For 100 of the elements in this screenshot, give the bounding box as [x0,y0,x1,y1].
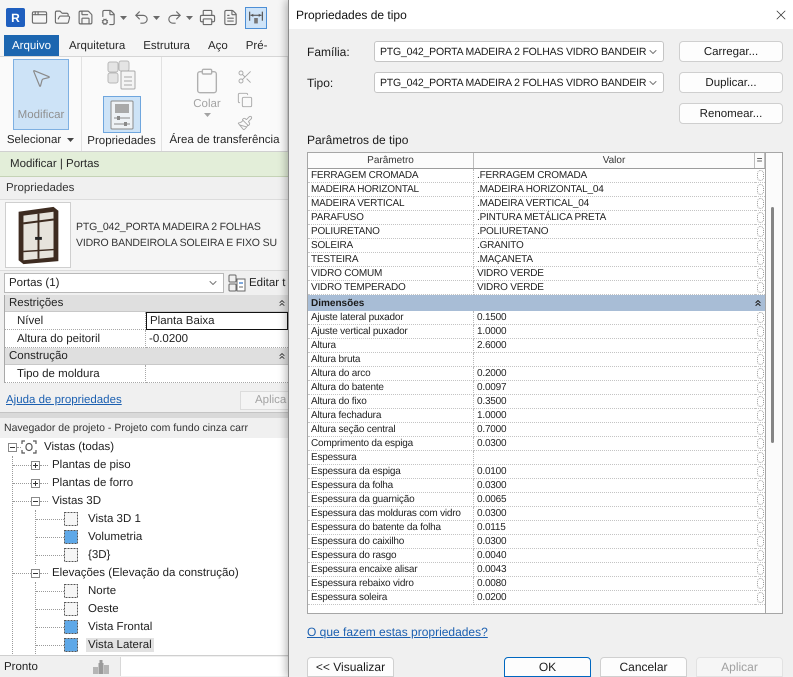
tree-item[interactable]: Vista Lateral [86,638,154,652]
side-button[interactable]: Carregar... [679,41,783,62]
parameter-value: 0.0065 [474,493,755,507]
ribbon-tab[interactable]: Pré- [238,35,276,56]
parameter-name: FERRAGEM CROMADA [308,169,474,183]
caret-icon[interactable] [120,16,127,20]
status-field[interactable] [120,657,288,676]
parameter-value: 0.0300 [474,479,755,493]
document-icon[interactable] [222,9,239,26]
column-header: = [755,153,765,168]
parameter-value: 0.0300 [474,437,755,451]
parameter-name: PARAFUSO [308,211,474,225]
dialog-button[interactable]: << Visualizar [307,657,394,677]
type-dropdown[interactable]: PTG_042_PORTA MADEIRA 2 FOLHAS VIDRO BANDEIR [374,72,664,93]
group-header[interactable]: Dimensões [308,295,765,311]
ribbon-tab[interactable]: Estrutura [135,35,198,56]
parameter-value: 0.3500 [474,395,755,409]
parameter-value: VIDRO VERDE [474,267,755,281]
parameter-name: MADEIRA HORIZONTAL [308,183,474,197]
dialog-title: Propriedades de tipo [296,8,407,22]
tree-item[interactable]: Elevações (Elevação da construção) [50,566,241,580]
tree-item[interactable]: Vistas (todas) [42,440,116,454]
dialog-button[interactable]: OK [504,657,591,677]
panel-menu[interactable]: Selecionar [0,131,81,151]
dimension-icon[interactable] [245,6,267,28]
parameter-name: POLIURETANO [308,225,474,239]
dialog-button[interactable]: Cancelar [600,657,687,677]
tree-item[interactable]: Vistas 3D [50,494,104,508]
ribbon-tab[interactable]: Aço [200,35,236,56]
panel-label: Propriedades [86,134,157,148]
side-button[interactable]: Duplicar... [679,72,783,93]
save-icon[interactable] [77,9,94,26]
parameter-value: .GRANITO [474,239,755,253]
help-link[interactable]: O que fazem estas propriedades? [307,625,488,639]
parameter-value: 0.1500 [474,311,755,325]
parameter-name: Espessura do caixilho [308,535,474,549]
parameter-value: 1.0000 [474,325,755,339]
undo-icon[interactable] [133,9,150,26]
parameter-value: 0.0097 [474,381,755,395]
status-text: Pronto [3,660,39,672]
tree-item[interactable]: Plantas de piso [50,458,133,472]
tree-item[interactable]: Norte [86,584,118,598]
field-label: Tipo: [307,76,334,90]
parameter-value: .MADEIRA HORIZONTAL_04 [474,183,755,197]
redo-icon[interactable] [166,9,183,26]
help-link[interactable]: Ajuda de propriedades [6,394,122,406]
side-button[interactable]: Renomear... [679,103,783,124]
chevrons-up-icon[interactable] [277,351,287,361]
chevrons-up-icon[interactable] [277,298,287,308]
bracket-circle-icon [21,440,37,454]
plus-box-icon[interactable] [31,460,40,470]
caret-icon [204,113,210,117]
options-bar-label: Modificar | Portas [10,158,100,170]
parameter-name: Espessura rebaixo vidro [308,577,474,591]
window-icon[interactable] [31,9,48,26]
properties-button[interactable] [102,96,140,133]
parameter-name: Espessura da espiga [308,465,474,479]
parameter-name: Espessura da guarnição [308,493,474,507]
caret-icon[interactable] [186,16,193,20]
print-icon[interactable] [199,9,216,26]
ribbon-tab[interactable]: Arquivo [4,35,59,56]
tiles-list-icon[interactable] [106,59,138,91]
parameter-name: Espessura [308,451,474,465]
edit-type-button[interactable]: Editar t [228,274,286,292]
scrollbar-thumb[interactable] [771,207,774,443]
group-header[interactable]: Restrições [5,295,288,312]
ribbon-tab[interactable]: Arquitetura [61,35,134,56]
tree-item[interactable]: {3D} [86,548,112,562]
parameter-name: Altura seção central [308,423,474,437]
caret-icon[interactable] [153,16,160,20]
folder-icon[interactable] [54,9,71,26]
parameter-name: MADEIRA VERTICAL [308,197,474,211]
parameter-name: VIDRO COMUM [308,267,474,281]
parameter-name: Comprimento da espiga [308,437,474,451]
panel-label: Área de transferência [168,132,280,148]
minus-box-icon[interactable] [31,496,40,506]
parameter-value: 1.0000 [474,409,755,423]
tree-item[interactable]: Plantas de forro [50,476,136,490]
minus-box-icon[interactable] [31,568,40,578]
parameter-name: Altura do arco [308,367,474,381]
value-field[interactable]: Planta Baixa [146,312,288,330]
tree-item[interactable]: Vista Frontal [86,620,154,634]
group-header[interactable]: Construção [5,348,288,365]
cursor-icon [30,67,52,89]
parameter-value: 0.0200 [474,591,755,605]
parameter-value: 0.0100 [474,465,755,479]
category-dropdown[interactable]: Portas (1) [4,273,224,293]
parameter-value: 0.2000 [474,367,755,381]
parameter-value: .POLIURETANO [474,225,755,239]
tree-item[interactable]: Vista 3D 1 [86,512,143,526]
file-gear-icon[interactable] [100,9,117,26]
tree-item[interactable]: Volumetria [86,530,144,544]
type-dropdown[interactable]: PTG_042_PORTA MADEIRA 2 FOLHAS VIDRO BANDEIR [374,41,664,62]
parameter-name: Espessura do rasgo [308,549,474,563]
plus-box-icon[interactable] [31,478,40,488]
field-label: Família: [307,44,351,58]
minus-box-icon[interactable] [8,442,17,452]
parameter-value: 0.0043 [474,563,755,577]
chevrons-up-icon[interactable] [753,298,763,308]
tree-item[interactable]: Oeste [86,602,121,616]
